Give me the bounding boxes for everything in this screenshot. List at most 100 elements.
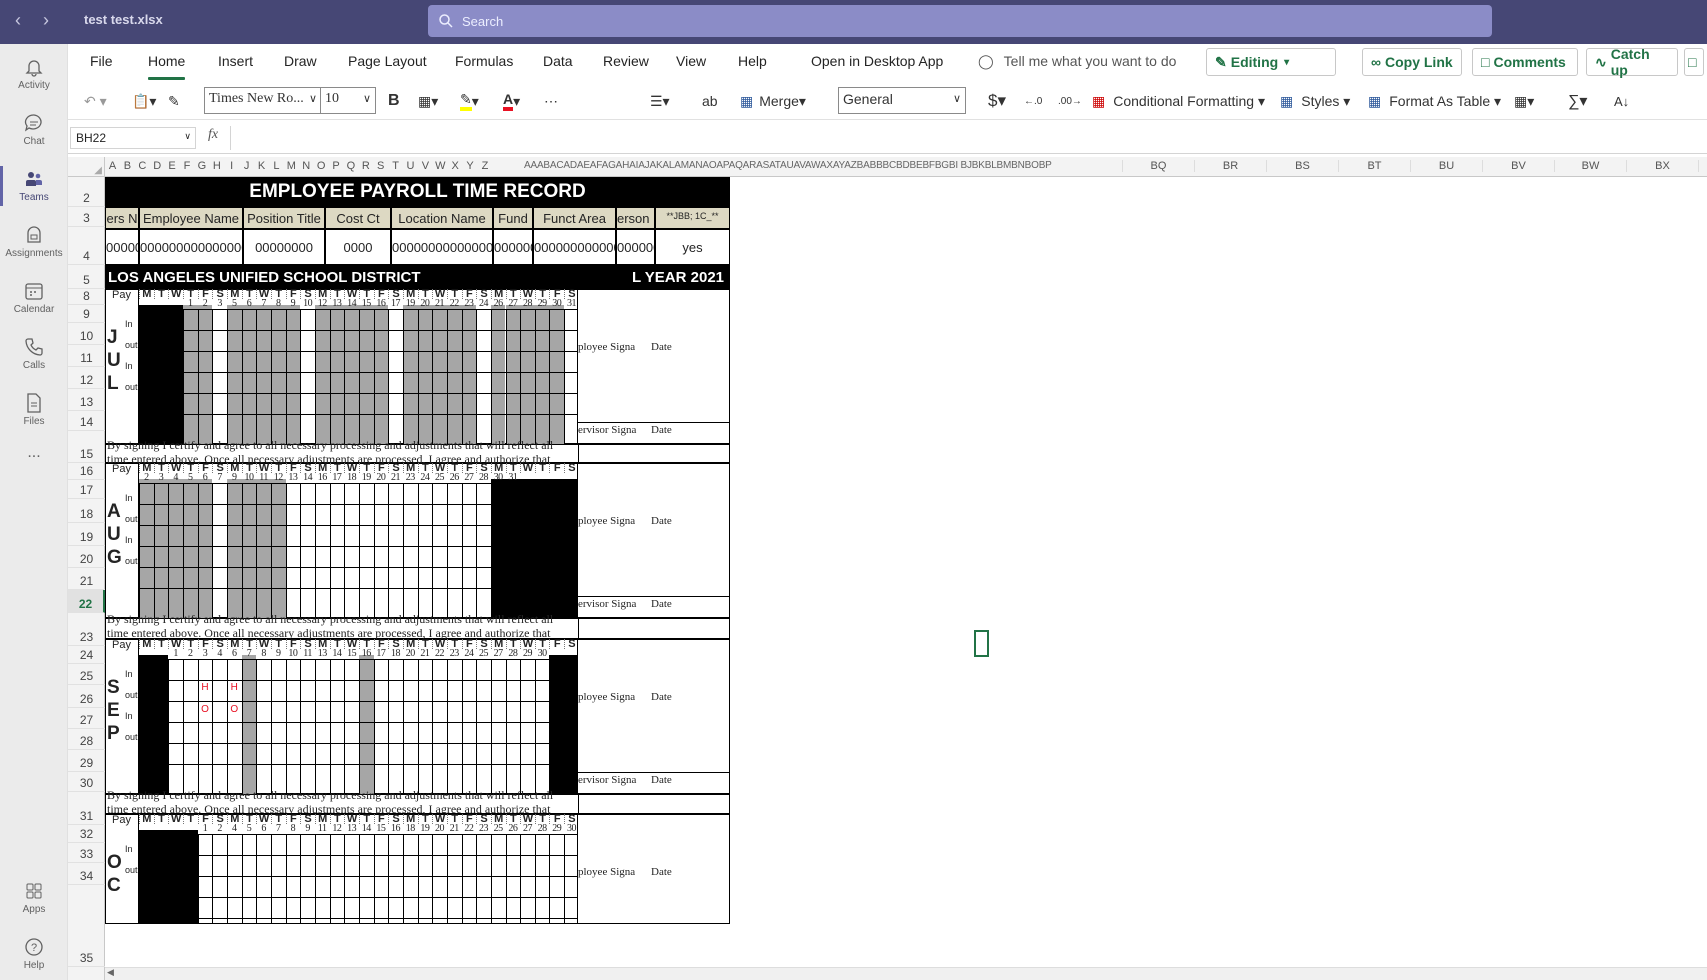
rail-help[interactable]: ? Help [0,928,68,980]
comments-button[interactable]: □ Comments [1472,48,1578,76]
column-header[interactable]: A [105,160,120,172]
row-header[interactable]: 29 [68,750,105,772]
decrease-decimal-icon[interactable]: .00→ [1058,87,1082,115]
row-header[interactable]: 17 [68,480,105,499]
format-as-table-button[interactable]: ▦ Format As Table ▾ [1368,87,1501,115]
rail-activity[interactable]: Activity [0,48,68,100]
catch-up-button[interactable]: ∿ Catch up [1586,46,1678,78]
rail-chat[interactable]: Chat [0,104,68,156]
format-painter-icon[interactable]: ✎ [168,87,180,115]
column-header[interactable]: M [284,160,299,172]
column-header[interactable]: BR [1194,160,1266,172]
column-header[interactable]: BS [1266,160,1338,172]
worksheet[interactable]: EMPLOYEE PAYROLL TIME RECORDers N0000000… [105,177,1707,967]
number-format-select[interactable]: General ∨ [838,87,966,114]
column-header[interactable]: J [239,160,254,172]
row-header[interactable]: 23 [68,613,105,646]
row-header[interactable]: 26 [68,685,105,708]
align-icon[interactable]: ☰▾ [650,87,670,115]
row-header[interactable]: 5 [68,265,105,289]
column-header[interactable]: O [314,160,329,172]
column-header[interactable]: BU [1410,160,1482,172]
row-header[interactable]: 32 [68,825,105,843]
row-header[interactable]: 3 [68,207,105,227]
row-header[interactable]: 11 [68,345,105,367]
row-header[interactable]: 27 [68,708,105,729]
undo-icon[interactable]: ↶ ▾ [84,87,107,115]
wrap-text-icon[interactable]: ab [702,87,718,115]
row-header[interactable]: 25 [68,664,105,685]
row-header[interactable]: 22 [68,590,105,613]
row-header[interactable]: 21 [68,568,105,590]
column-header[interactable]: BQ [1122,160,1194,172]
rail-calendar[interactable]: Calendar [0,272,68,324]
tab-review[interactable]: Review [603,53,649,69]
copy-link-button[interactable]: ∞ Copy Link [1362,48,1462,76]
column-header[interactable]: P [329,160,344,172]
column-header[interactable]: V [418,160,433,172]
open-desktop-app-button[interactable]: Open in Desktop App [811,53,943,69]
row-header[interactable]: 35 [68,885,105,967]
scroll-left-icon[interactable]: ◀ [107,967,114,978]
row-header[interactable]: 10 [68,323,105,345]
row-header[interactable]: 30 [68,772,105,792]
row-header[interactable]: 9 [68,305,105,323]
column-header[interactable]: L [269,160,284,172]
paste-icon[interactable]: 📋▾ [132,87,156,115]
select-all-corner[interactable]: ◢ [68,157,105,177]
row-header[interactable]: 20 [68,546,105,568]
more-options-icon[interactable]: ⋯ [544,87,558,115]
tab-file[interactable]: File [90,53,113,69]
row-header[interactable]: 19 [68,523,105,546]
column-header[interactable]: D [150,160,165,172]
merge-button[interactable]: ▦ Merge ▾ [740,87,806,115]
tab-page-layout[interactable]: Page Layout [348,53,427,69]
tab-formulas[interactable]: Formulas [455,53,513,69]
row-header[interactable]: 18 [68,499,105,523]
column-header[interactable]: S [373,160,388,172]
column-header[interactable]: I [224,160,239,172]
column-header[interactable]: C [135,160,150,172]
borders-icon[interactable]: ▦▾ [418,87,438,115]
row-header[interactable]: 34 [68,863,105,885]
column-header[interactable]: Q [343,160,358,172]
row-header[interactable]: 16 [68,463,105,480]
tab-draw[interactable]: Draw [284,53,317,69]
row-header[interactable]: 8 [68,289,105,305]
column-header[interactable]: X [448,160,463,172]
tab-view[interactable]: View [676,53,706,69]
tell-me-search[interactable]: ◯ Tell me what you want to do [978,53,1176,70]
increase-decimal-icon[interactable]: ←.0 [1024,87,1042,115]
row-header[interactable]: 33 [68,843,105,863]
column-header[interactable]: H [209,160,224,172]
autosum-icon[interactable]: ∑▾ [1568,87,1587,115]
search-input[interactable]: Search [428,5,1492,37]
column-header[interactable]: U [403,160,418,172]
horizontal-scrollbar[interactable]: ◀ [105,967,1707,980]
column-header[interactable]: BT [1338,160,1410,172]
row-header[interactable]: 14 [68,411,105,431]
row-header[interactable]: 31 [68,792,105,825]
insert-cells-icon[interactable]: ▦▾ [1514,87,1534,115]
function-icon[interactable]: fx [208,127,218,143]
column-header[interactable]: BY [1698,160,1707,172]
editing-mode-button[interactable]: ✎ Editing ▾ [1206,48,1336,76]
bold-button[interactable]: B [388,87,400,115]
tab-insert[interactable]: Insert [218,53,253,69]
column-header[interactable]: K [254,160,269,172]
conditional-formatting-button[interactable]: ▦ Conditional Formatting ▾ [1092,87,1265,115]
font-name-select[interactable]: Times New Ro... ∨ [204,87,322,114]
column-header[interactable]: N [299,160,314,172]
column-header[interactable]: BW [1554,160,1626,172]
column-header[interactable]: W [433,160,448,172]
tab-home[interactable]: Home [148,53,186,80]
row-header[interactable]: 12 [68,367,105,389]
sort-filter-icon[interactable]: A↓ [1614,87,1629,115]
name-box[interactable]: BH22 ∨ [70,127,196,149]
column-header[interactable]: BX [1626,160,1698,172]
rail-assignments[interactable]: Assignments [0,216,68,268]
column-header[interactable]: E [165,160,180,172]
rail-teams[interactable]: Teams [0,160,68,212]
row-header[interactable]: 4 [68,227,105,265]
column-header[interactable]: R [358,160,373,172]
